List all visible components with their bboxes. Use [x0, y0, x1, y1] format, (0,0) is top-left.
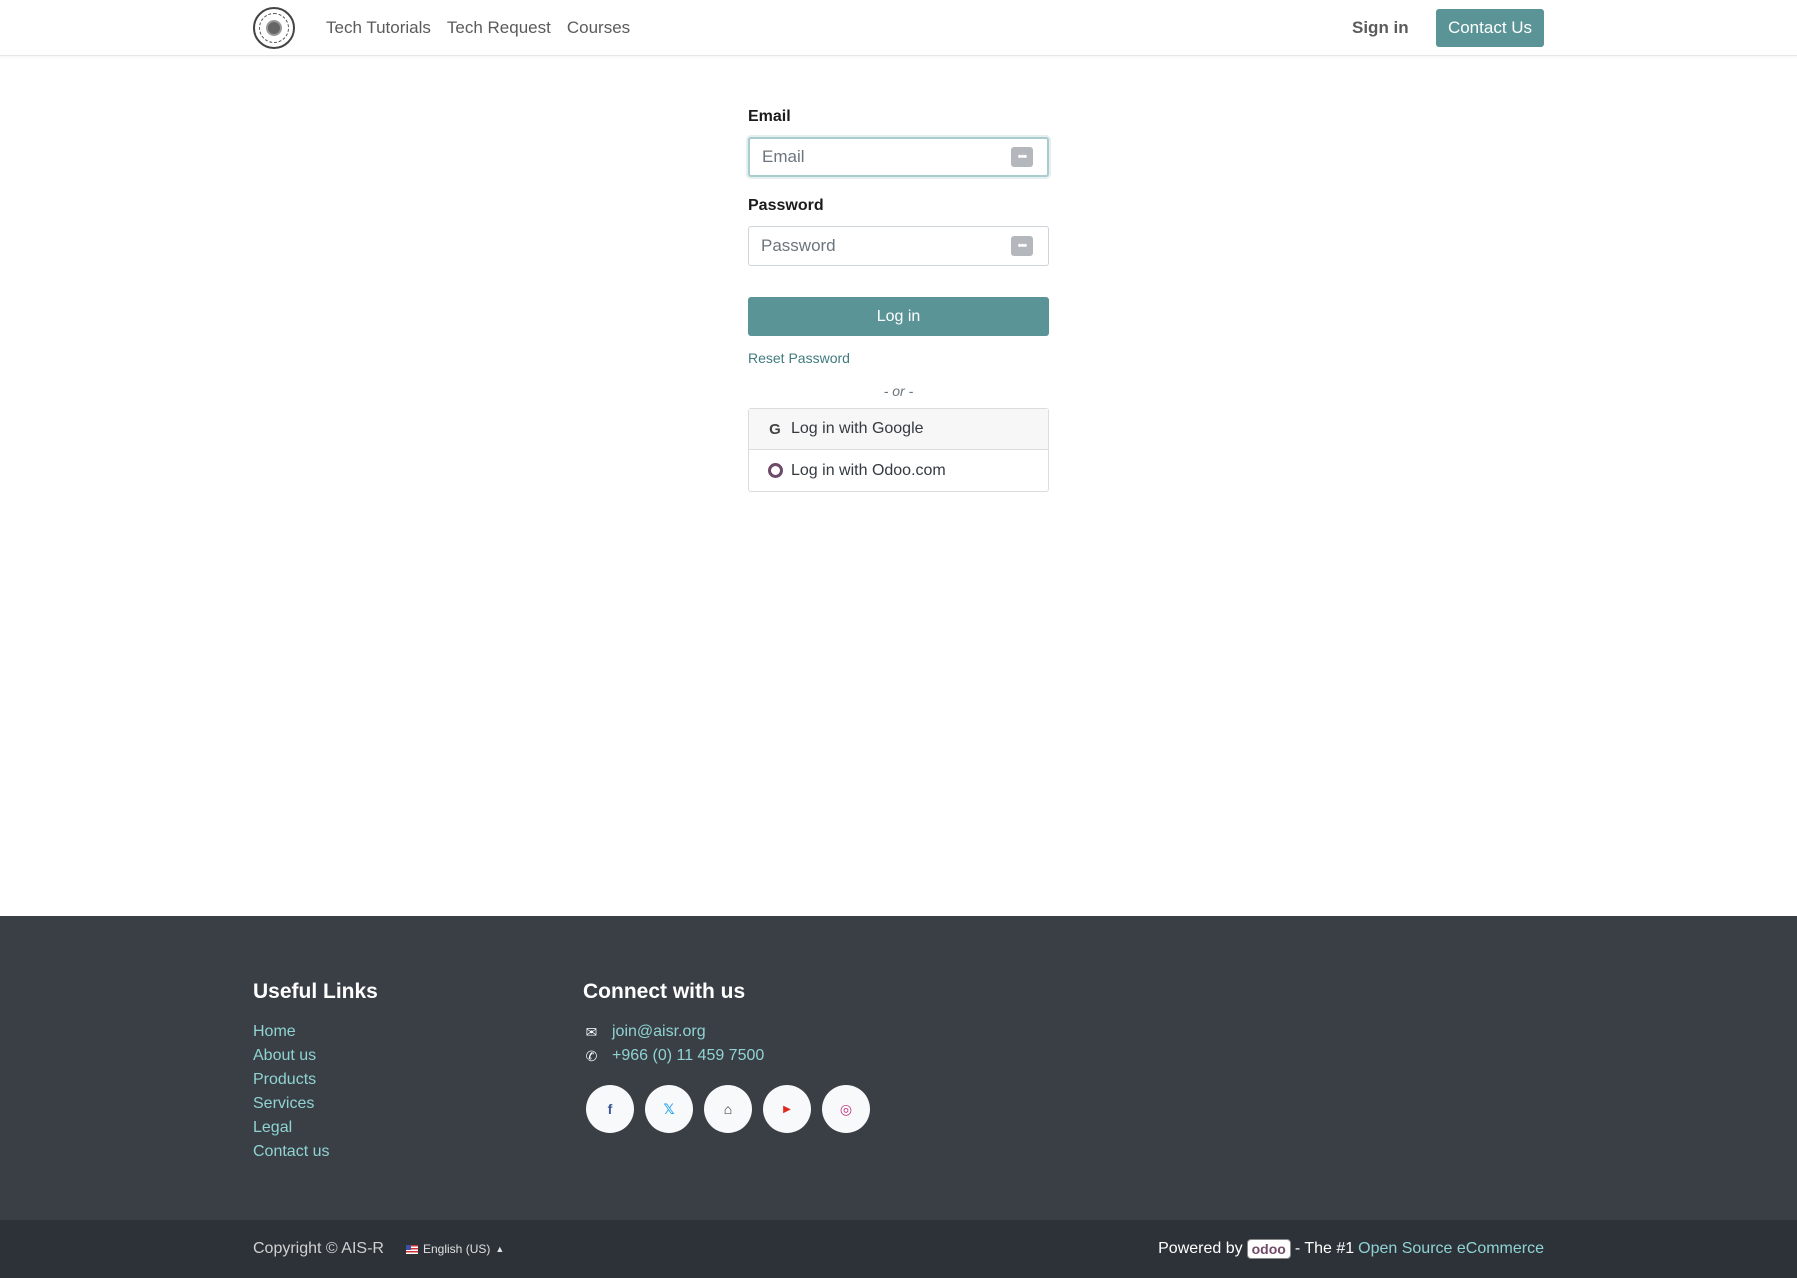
- password-manager-icon[interactable]: •••: [1011, 147, 1033, 167]
- password-label: Password: [748, 197, 824, 214]
- footer-link-products[interactable]: Products: [253, 1068, 378, 1092]
- envelope-icon: ✉: [585, 1023, 598, 1040]
- google-login-button[interactable]: G Log in with Google: [749, 409, 1048, 450]
- login-form: Email ••• Password ••• Log in Reset Pass…: [748, 108, 1049, 492]
- footer-link-services[interactable]: Services: [253, 1092, 378, 1116]
- youtube-icon[interactable]: ▶: [763, 1085, 811, 1133]
- odoo-login-button[interactable]: Log in with Odoo.com: [749, 450, 1048, 491]
- password-input[interactable]: [748, 226, 1049, 266]
- copyright-text: Copyright © AIS-R: [253, 1240, 384, 1257]
- password-manager-icon[interactable]: •••: [1011, 236, 1033, 256]
- login-button[interactable]: Log in: [748, 297, 1049, 336]
- oauth-provider-list: G Log in with Google Log in with Odoo.co…: [748, 408, 1049, 492]
- language-selector[interactable]: English (US) ▲: [406, 1242, 504, 1256]
- logo-seal-icon: [259, 13, 289, 43]
- phone-icon: ✆: [585, 1047, 598, 1064]
- copyright-bar: Copyright © AIS-R English (US) ▲ Powered…: [0, 1220, 1797, 1278]
- the-1-label: - The #1: [1294, 1240, 1355, 1257]
- footer-link-about[interactable]: About us: [253, 1044, 378, 1068]
- email-label: Email: [748, 108, 791, 125]
- odoo-login-label: Log in with Odoo.com: [791, 461, 946, 479]
- contact-email-link[interactable]: join@aisr.org: [612, 1023, 706, 1041]
- contact-email-row: ✉ join@aisr.org: [583, 1020, 870, 1044]
- reset-password-link[interactable]: Reset Password: [748, 350, 1049, 368]
- connect-title: Connect with us: [583, 980, 746, 1003]
- nav-tech-tutorials[interactable]: Tech Tutorials: [326, 18, 431, 38]
- powered-by: Powered by odoo - The #1 Open Source eCo…: [1158, 1239, 1544, 1259]
- or-separator: - or -: [883, 383, 914, 399]
- powered-by-label: Powered by: [1158, 1240, 1243, 1257]
- footer-link-home[interactable]: Home: [253, 1020, 378, 1044]
- main-nav: Tech Tutorials Tech Request Courses: [326, 18, 630, 38]
- google-login-label: Log in with Google: [791, 420, 924, 437]
- sign-in-link[interactable]: Sign in: [1352, 18, 1409, 38]
- contact-phone-row: ✆ +966 (0) 11 459 7500: [583, 1044, 870, 1068]
- password-field-wrapper: •••: [748, 226, 1049, 266]
- home-icon[interactable]: ⌂: [704, 1085, 752, 1133]
- language-label: English (US): [423, 1242, 491, 1256]
- us-flag-icon: [406, 1244, 418, 1254]
- google-icon: G: [769, 420, 781, 438]
- instagram-icon[interactable]: ◎: [822, 1085, 870, 1133]
- useful-links-column: Useful Links Home About us Products Serv…: [253, 980, 378, 1164]
- facebook-icon[interactable]: f: [586, 1085, 634, 1133]
- odoo-icon: [767, 463, 783, 479]
- footer-link-contact[interactable]: Contact us: [253, 1140, 378, 1164]
- useful-links-title: Useful Links: [253, 980, 378, 1003]
- contact-phone-link[interactable]: +966 (0) 11 459 7500: [612, 1047, 764, 1065]
- ecommerce-link[interactable]: Open Source eCommerce: [1358, 1240, 1544, 1258]
- nav-courses[interactable]: Courses: [567, 18, 630, 38]
- site-logo[interactable]: [253, 7, 295, 49]
- footer: Useful Links Home About us Products Serv…: [0, 916, 1797, 1220]
- connect-column: Connect with us ✉ join@aisr.org ✆ +966 (…: [583, 980, 870, 1133]
- nav-tech-request[interactable]: Tech Request: [447, 18, 551, 38]
- top-navbar: Tech Tutorials Tech Request Courses Sign…: [0, 0, 1797, 56]
- contact-us-button[interactable]: Contact Us: [1436, 9, 1544, 47]
- social-links: f 𝕏 ⌂ ▶ ◎: [586, 1085, 870, 1133]
- email-input[interactable]: [748, 137, 1049, 177]
- footer-link-legal[interactable]: Legal: [253, 1116, 378, 1140]
- email-field-wrapper: •••: [748, 137, 1049, 177]
- caret-up-icon: ▲: [495, 1244, 505, 1254]
- x-twitter-icon[interactable]: 𝕏: [645, 1085, 693, 1133]
- odoo-logo[interactable]: odoo: [1246, 1239, 1291, 1259]
